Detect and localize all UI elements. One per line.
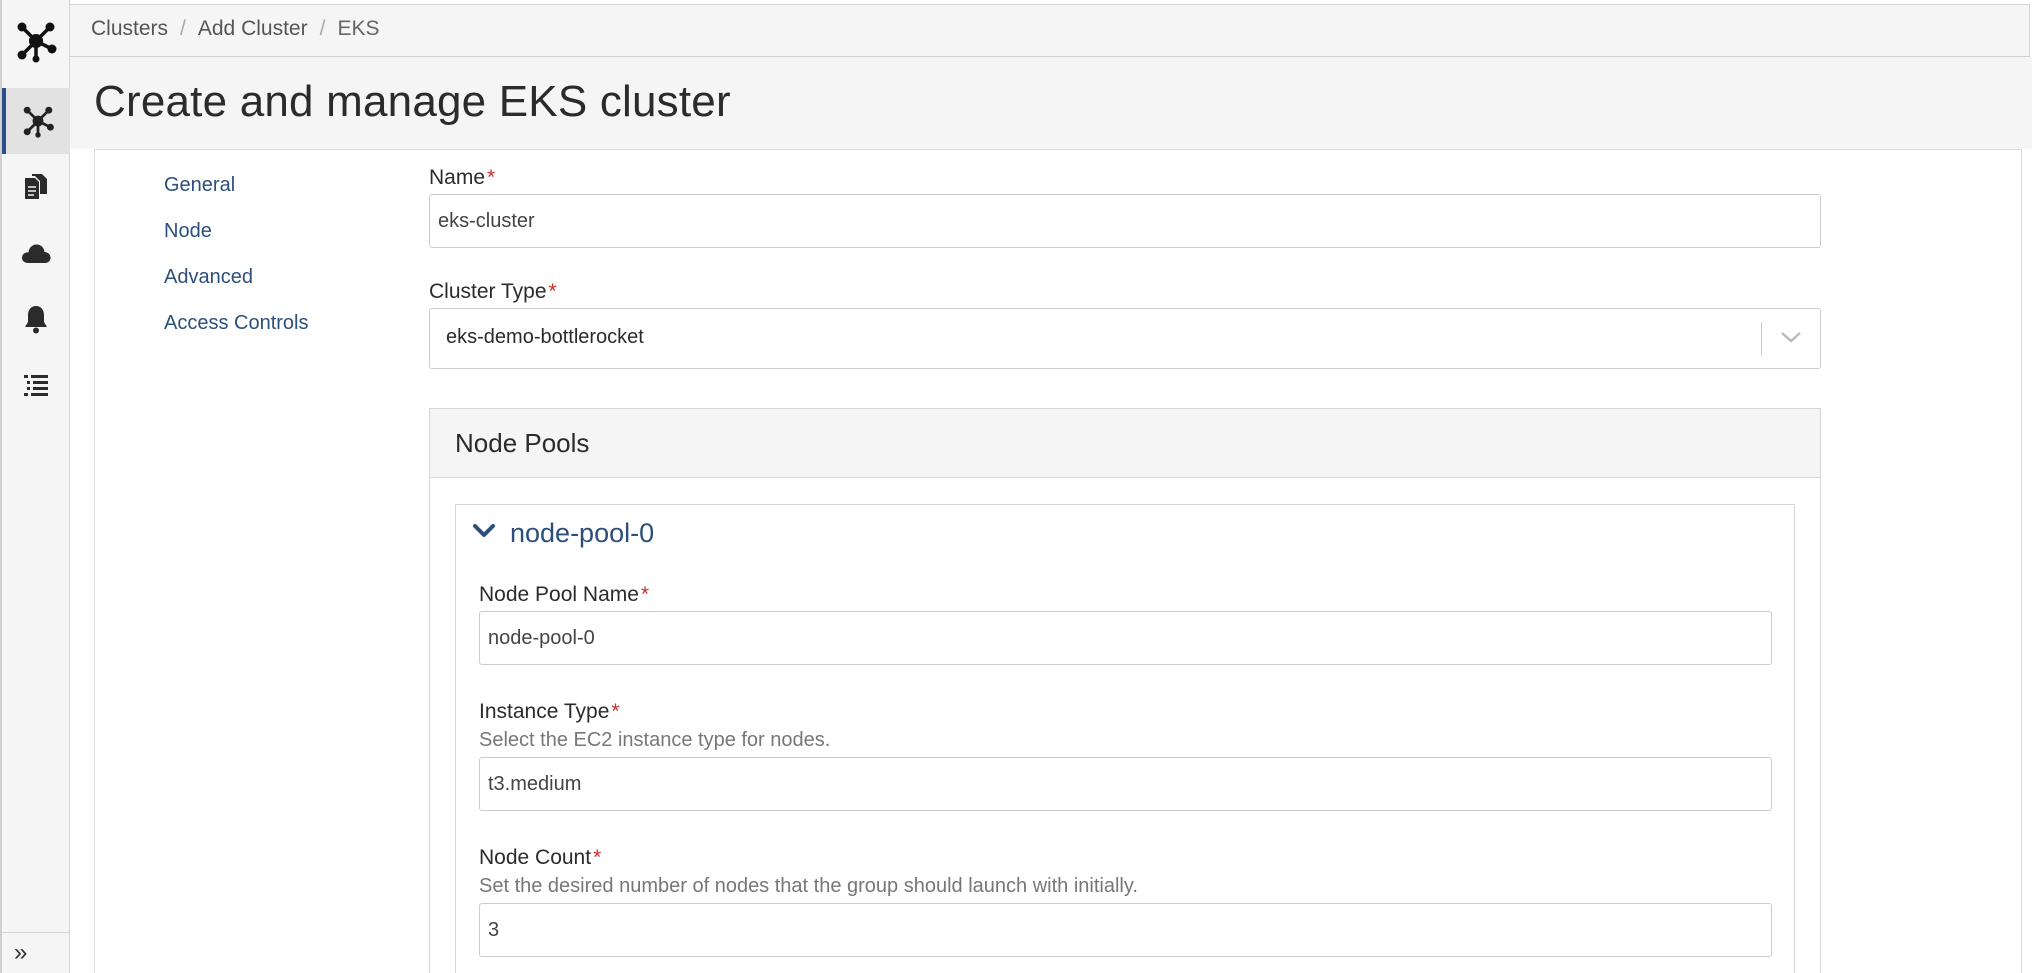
top-header: Clusters / Add Cluster / EKS bbox=[70, 4, 2030, 57]
cluster-form: Name* Cluster Type* eks-demo-bottlerocke… bbox=[429, 164, 1821, 973]
nav-rail: » bbox=[0, 0, 70, 973]
cluster-type-value: eks-demo-bottlerocket bbox=[446, 326, 644, 348]
list-icon[interactable] bbox=[2, 352, 70, 418]
instance-type-help: Select the EC2 instance type for nodes. bbox=[479, 729, 831, 751]
breadcrumb-separator: / bbox=[180, 17, 186, 40]
section-nav-node[interactable]: Node bbox=[164, 218, 309, 264]
expand-rail-button[interactable]: » bbox=[2, 932, 70, 973]
app-root: » Clusters / Add Cluster / EKS Create an… bbox=[0, 0, 2032, 973]
node-pools-section: Node Pools node-pool-0 Node Pool Name* I… bbox=[429, 408, 1821, 973]
double-chevron-right-icon: » bbox=[14, 939, 28, 966]
node-pool-title: node-pool-0 bbox=[510, 517, 655, 548]
node-count-help: Set the desired number of nodes that the… bbox=[479, 875, 1138, 897]
content-panel: General Node Advanced Access Controls Na… bbox=[94, 149, 2022, 973]
documents-icon[interactable] bbox=[2, 154, 70, 220]
select-divider bbox=[1761, 322, 1762, 356]
section-nav-advanced[interactable]: Advanced bbox=[164, 264, 309, 310]
required-marker: * bbox=[640, 583, 650, 606]
breadcrumb-current: EKS bbox=[337, 17, 380, 40]
cluster-type-select[interactable]: eks-demo-bottlerocket bbox=[429, 308, 1821, 369]
cluster-icon[interactable] bbox=[2, 88, 70, 154]
node-pool-card: node-pool-0 Node Pool Name* Instance Typ… bbox=[455, 504, 1795, 973]
node-pool-toggle[interactable]: node-pool-0 bbox=[472, 515, 654, 551]
required-marker: * bbox=[611, 700, 620, 723]
breadcrumb: Clusters / Add Cluster / EKS bbox=[91, 17, 379, 41]
title-band: Create and manage EKS cluster bbox=[70, 57, 2032, 149]
page-title: Create and manage EKS cluster bbox=[94, 77, 731, 126]
node-pool-name-input[interactable] bbox=[479, 611, 1772, 665]
bell-icon[interactable] bbox=[2, 286, 70, 352]
breadcrumb-separator: / bbox=[319, 17, 326, 40]
cluster-logo-icon[interactable] bbox=[2, 0, 70, 82]
node-pool-fields: Node Pool Name* Instance Type* Select th… bbox=[479, 581, 1772, 957]
section-nav-access-controls[interactable]: Access Controls bbox=[164, 310, 309, 356]
breadcrumb-add-cluster[interactable]: Add Cluster bbox=[198, 17, 308, 41]
chevron-down-icon bbox=[472, 523, 496, 544]
node-pools-title: Node Pools bbox=[430, 409, 1820, 478]
required-marker: * bbox=[487, 166, 496, 189]
node-count-input[interactable] bbox=[479, 903, 1772, 957]
chevron-down-icon bbox=[1780, 330, 1802, 349]
instance-type-input[interactable] bbox=[479, 757, 1772, 811]
cluster-name-input[interactable] bbox=[429, 194, 1821, 248]
name-label: Name* bbox=[429, 166, 496, 189]
cloud-icon[interactable] bbox=[2, 220, 70, 286]
cluster-type-label: Cluster Type* bbox=[429, 280, 557, 303]
required-marker: * bbox=[593, 846, 602, 869]
required-marker: * bbox=[548, 280, 557, 303]
section-nav-general[interactable]: General bbox=[164, 172, 309, 218]
section-nav: General Node Advanced Access Controls bbox=[164, 172, 309, 356]
node-count-label: Node Count* bbox=[479, 846, 602, 869]
node-pool-name-label: Node Pool Name* bbox=[479, 583, 650, 606]
instance-type-label: Instance Type* bbox=[479, 700, 620, 723]
breadcrumb-clusters[interactable]: Clusters bbox=[91, 17, 168, 41]
